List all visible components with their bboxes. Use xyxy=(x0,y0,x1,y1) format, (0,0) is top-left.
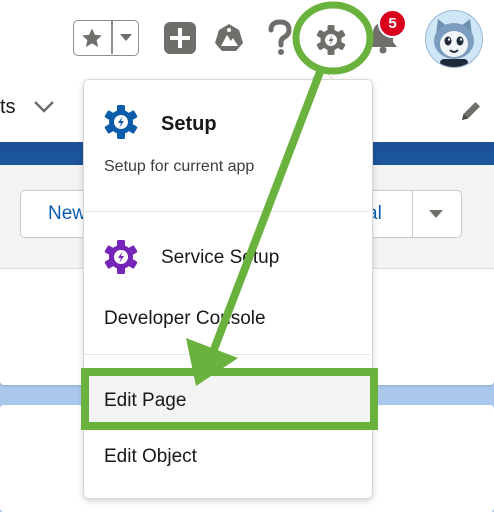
setup-button[interactable] xyxy=(313,22,349,58)
chevron-down-icon xyxy=(34,101,54,113)
action-new-button[interactable]: New xyxy=(48,203,86,225)
help-button[interactable] xyxy=(264,18,296,58)
notification-badge: 5 xyxy=(378,9,407,38)
astro-avatar xyxy=(434,19,474,67)
global-actions-button[interactable] xyxy=(162,20,198,56)
trailhead-icon xyxy=(215,24,243,51)
setup-subtitle[interactable]: Setup for current app xyxy=(104,158,254,176)
edit-nav-button[interactable] xyxy=(458,98,484,129)
setup-title[interactable]: Setup xyxy=(161,113,217,136)
star-icon xyxy=(82,28,102,47)
annotation-highlight-box xyxy=(81,368,378,430)
global-header: 5 xyxy=(0,0,494,80)
developer-console-item[interactable]: Developer Console xyxy=(104,308,266,330)
plus-icon xyxy=(164,22,196,54)
gear-icon xyxy=(316,25,346,55)
chevron-down-icon xyxy=(429,210,443,218)
edit-object-item[interactable]: Edit Object xyxy=(104,446,197,468)
setup-menu-item[interactable] xyxy=(103,104,139,145)
chevron-down-icon xyxy=(119,33,132,41)
more-actions-button[interactable] xyxy=(420,200,452,228)
favorites-button[interactable] xyxy=(74,21,110,54)
setup-gear-icon xyxy=(104,105,138,139)
menu-divider xyxy=(84,354,370,355)
service-setup-item[interactable]: Service Setup xyxy=(161,247,279,269)
service-setup-icon-wrap[interactable] xyxy=(103,239,139,280)
trailhead-button[interactable] xyxy=(211,20,247,56)
nav-tab-menu-button[interactable] xyxy=(32,98,56,121)
favorites-menu-button[interactable] xyxy=(113,21,138,54)
question-icon xyxy=(268,19,292,55)
user-avatar[interactable] xyxy=(425,10,483,68)
favorites-button-group xyxy=(73,20,139,56)
pencil-icon xyxy=(462,102,480,120)
action-divider xyxy=(412,190,413,238)
service-setup-gear-icon xyxy=(104,240,138,274)
nav-tab-label[interactable]: ts xyxy=(0,96,16,119)
menu-divider xyxy=(84,211,370,212)
